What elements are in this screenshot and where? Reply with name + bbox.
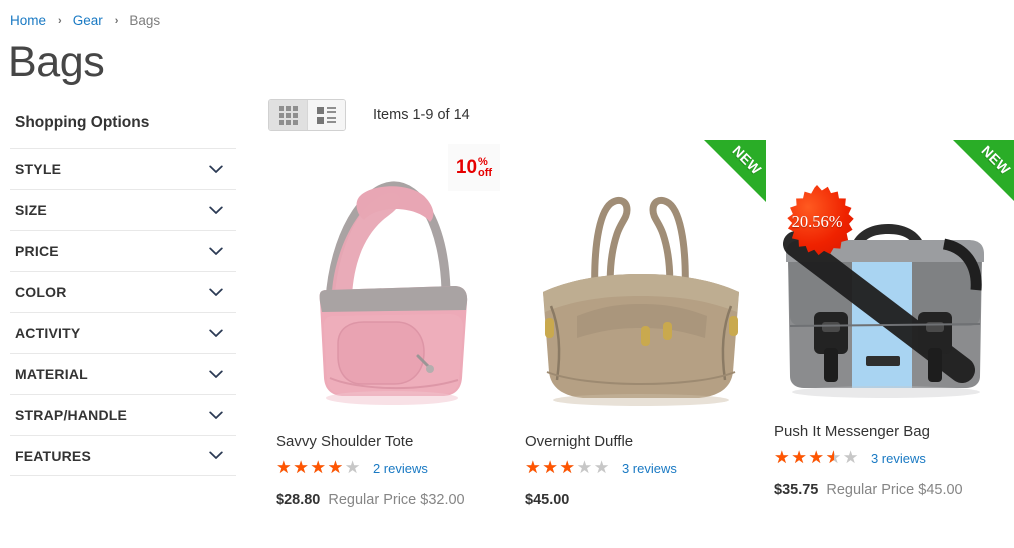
rating-stars[interactable]: ★★★★★ ★★★★★ [525, 459, 611, 478]
shopping-options-sidebar: Shopping Options STYLE SIZE PRICE COLOR [10, 114, 236, 476]
filter-label: FEATURES [15, 447, 92, 464]
breadcrumb-item-gear[interactable]: Gear [73, 13, 103, 28]
regular-price: $45.00 [918, 481, 963, 498]
chevron-down-icon [209, 411, 223, 420]
rating-stars[interactable]: ★★★★★ ★★★★★ [276, 459, 362, 478]
product-item: 20.56% NEW Push It Messenger Bag ★★★★★ ★… [766, 140, 1014, 508]
sidebar-filter-material[interactable]: MATERIAL [10, 353, 236, 394]
chevron-down-icon [209, 206, 223, 215]
sidebar-title: Shopping Options [15, 114, 150, 131]
product-photo[interactable]: NEW [517, 140, 766, 432]
chevron-down-icon [209, 451, 223, 460]
product-info: Push It Messenger Bag ★★★★★ ★★★★★ 3 revi… [766, 422, 1014, 498]
sidebar-filter-size[interactable]: SIZE [10, 189, 236, 230]
filter-label: ACTIVITY [15, 325, 81, 341]
discount-badge-number: 10 [455, 157, 478, 178]
product-rating: ★★★★★ ★★★★★ 3 reviews [525, 459, 758, 478]
grid-view-icon [278, 105, 298, 125]
filter-label: PRICE [15, 243, 59, 259]
discount-badge-suffix: % off [478, 155, 493, 179]
breadcrumb-separator-icon: › [114, 14, 119, 27]
product-name[interactable]: Overnight Duffle [525, 432, 758, 451]
product-reviews-link[interactable]: 3 reviews [622, 461, 677, 476]
product-rating: ★★★★★ ★★★★★ 3 reviews [774, 449, 1007, 468]
sidebar-filter-activity[interactable]: ACTIVITY [10, 312, 236, 353]
product-photo[interactable]: 20.56% NEW [766, 140, 1014, 432]
product-photo[interactable]: 10 % off [268, 140, 517, 432]
special-price: $28.80 [276, 491, 321, 508]
product-price: $28.80 Regular Price $32.00 [276, 492, 509, 508]
sidebar-filter-features[interactable]: FEATURES [10, 435, 236, 476]
rating-stars-filled: ★★★★★ [525, 460, 577, 478]
list-view-button[interactable] [307, 100, 345, 130]
rating-stars-filled: ★★★★★ [774, 450, 834, 468]
rating-stars-filled: ★★★★★ [276, 460, 345, 478]
chevron-down-icon [209, 370, 223, 379]
product-grid: 10 % off Savvy Shoulder Tote ★★★★★ ★★★★★ [268, 140, 1014, 508]
filter-label: MATERIAL [15, 366, 88, 382]
chevron-down-icon [209, 329, 223, 338]
discount-badge-percent-symbol: % [478, 155, 488, 168]
product-price: $45.00 [525, 492, 758, 508]
breadcrumb-separator-icon: › [58, 14, 62, 27]
filter-label: STRAP/HANDLE [15, 407, 128, 423]
product-rating: ★★★★★ ★★★★★ 2 reviews [276, 459, 509, 478]
toolbar-amount: Items 1-9 of 14 [373, 107, 470, 123]
chevron-down-icon [209, 288, 223, 297]
product-info: Savvy Shoulder Tote ★★★★★ ★★★★★ 2 review… [268, 432, 517, 508]
chevron-down-icon [209, 247, 223, 256]
discount-badge-starburst: 20.56% [780, 185, 854, 259]
filter-label: SIZE [15, 202, 47, 218]
filter-label: STYLE [15, 161, 62, 177]
product-price: $35.75 Regular Price $45.00 [774, 482, 1007, 498]
rating-stars[interactable]: ★★★★★ ★★★★★ [774, 449, 860, 468]
product-item: NEW Overnight Duffle ★★★★★ ★★★★★ 3 revie… [517, 140, 766, 508]
regular-price: $32.00 [420, 491, 465, 508]
filter-label: COLOR [15, 284, 67, 300]
regular-price-label: Regular Price [328, 491, 417, 508]
breadcrumb-item-current: Bags [129, 13, 161, 28]
breadcrumb-item-home[interactable]: Home [10, 13, 46, 28]
product-reviews-link[interactable]: 2 reviews [373, 461, 428, 476]
sidebar-filter-price[interactable]: PRICE [10, 230, 236, 271]
regular-price-label: Regular Price [826, 481, 915, 498]
products-toolbar: Items 1-9 of 14 [268, 99, 470, 131]
product-name[interactable]: Savvy Shoulder Tote [276, 432, 509, 451]
sidebar-filter-style[interactable]: STYLE [10, 148, 236, 189]
page-title: Bags [8, 38, 105, 86]
discount-badge-off-text: off [478, 166, 493, 179]
view-mode-switcher [268, 99, 346, 131]
category-page: Home › Gear › Bags Bags Shopping Options… [0, 0, 1014, 548]
special-price: $35.75 [774, 481, 819, 498]
discount-badge-number: 20.56% [791, 212, 843, 231]
chevron-down-icon [209, 165, 223, 174]
special-price: $45.00 [525, 491, 570, 508]
sidebar-filter-strap-handle[interactable]: STRAP/HANDLE [10, 394, 236, 435]
product-info: Overnight Duffle ★★★★★ ★★★★★ 3 reviews $… [517, 432, 766, 508]
product-reviews-link[interactable]: 3 reviews [871, 451, 926, 466]
product-item: 10 % off Savvy Shoulder Tote ★★★★★ ★★★★★ [268, 140, 517, 508]
discount-badge-percent: 10 % off [448, 144, 500, 191]
grid-view-button[interactable] [269, 100, 307, 130]
sidebar-filter-color[interactable]: COLOR [10, 271, 236, 312]
breadcrumb: Home › Gear › Bags [10, 13, 160, 28]
list-view-icon [317, 106, 336, 124]
